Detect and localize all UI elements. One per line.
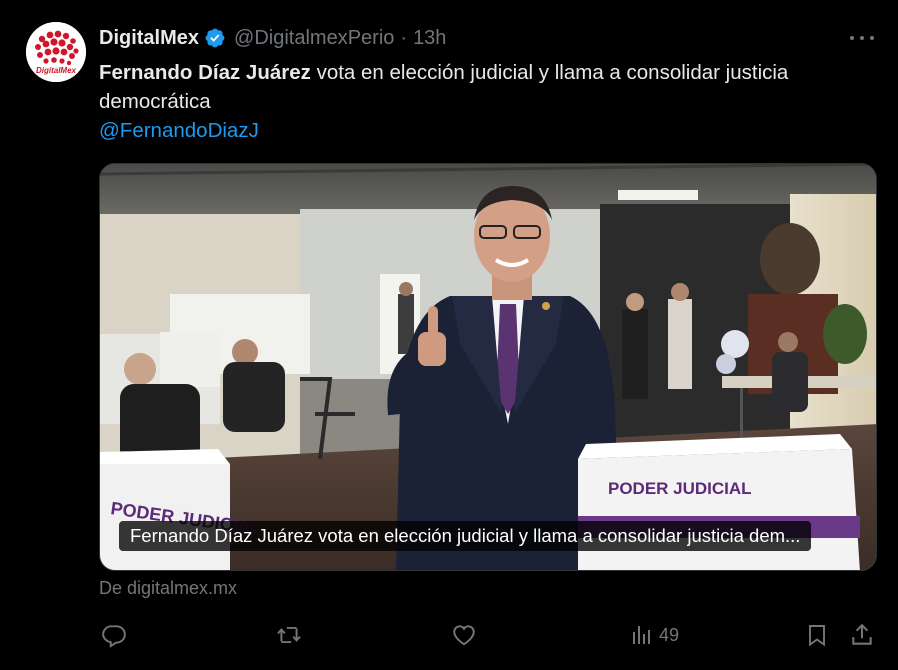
- views-count: 49: [659, 624, 680, 645]
- photo-illustration: PODER JUDICIAL PODER JUDICIAL: [100, 164, 876, 570]
- link-source[interactable]: De digitalmex.mx: [99, 578, 237, 599]
- verified-badge-icon: [204, 27, 226, 49]
- more-options-icon[interactable]: [850, 28, 874, 48]
- bookmark-icon: [809, 625, 825, 647]
- author-display-name[interactable]: DigitalMex: [99, 27, 199, 50]
- digitalmex-logo: DigitalMex: [26, 22, 86, 82]
- reply-icon: [102, 625, 126, 648]
- mention-link[interactable]: @FernandoDiazJ: [99, 116, 259, 145]
- retweet-icon: [277, 626, 301, 644]
- share-icon: [852, 623, 872, 645]
- tweet-timestamp[interactable]: 13h: [413, 27, 446, 50]
- author-handle[interactable]: @DigitalmexPerio: [234, 27, 394, 50]
- action-bar: 49: [99, 620, 879, 650]
- more-dot: [850, 36, 854, 40]
- reply-button[interactable]: [101, 620, 127, 650]
- views-button[interactable]: 49: [629, 620, 679, 650]
- tweet-header: DigitalMex @DigitalmexPerio · 13h: [99, 24, 446, 52]
- avatar-logo-text: DigitalMex: [36, 66, 77, 75]
- more-dot: [870, 36, 874, 40]
- tweet-text: Fernando Díaz Juárez vota en elección ju…: [99, 58, 879, 116]
- heart-icon: [453, 625, 475, 646]
- bookmark-button[interactable]: [805, 620, 829, 650]
- like-button[interactable]: [451, 620, 477, 650]
- more-dot: [860, 36, 864, 40]
- tweet-media-photo[interactable]: PODER JUDICIAL PODER JUDICIAL Fernando D…: [99, 163, 877, 571]
- retweet-button[interactable]: [275, 620, 303, 650]
- share-button[interactable]: [849, 620, 875, 650]
- avatar[interactable]: DigitalMex: [26, 22, 86, 82]
- tweet-text-bold: Fernando Díaz Juárez: [99, 61, 311, 84]
- separator-dot: ·: [400, 26, 408, 49]
- media-caption: Fernando Díaz Juárez vota en elección ju…: [119, 521, 812, 551]
- views-icon: [633, 626, 650, 644]
- ballot-box-label: PODER JUDICIAL: [608, 479, 752, 498]
